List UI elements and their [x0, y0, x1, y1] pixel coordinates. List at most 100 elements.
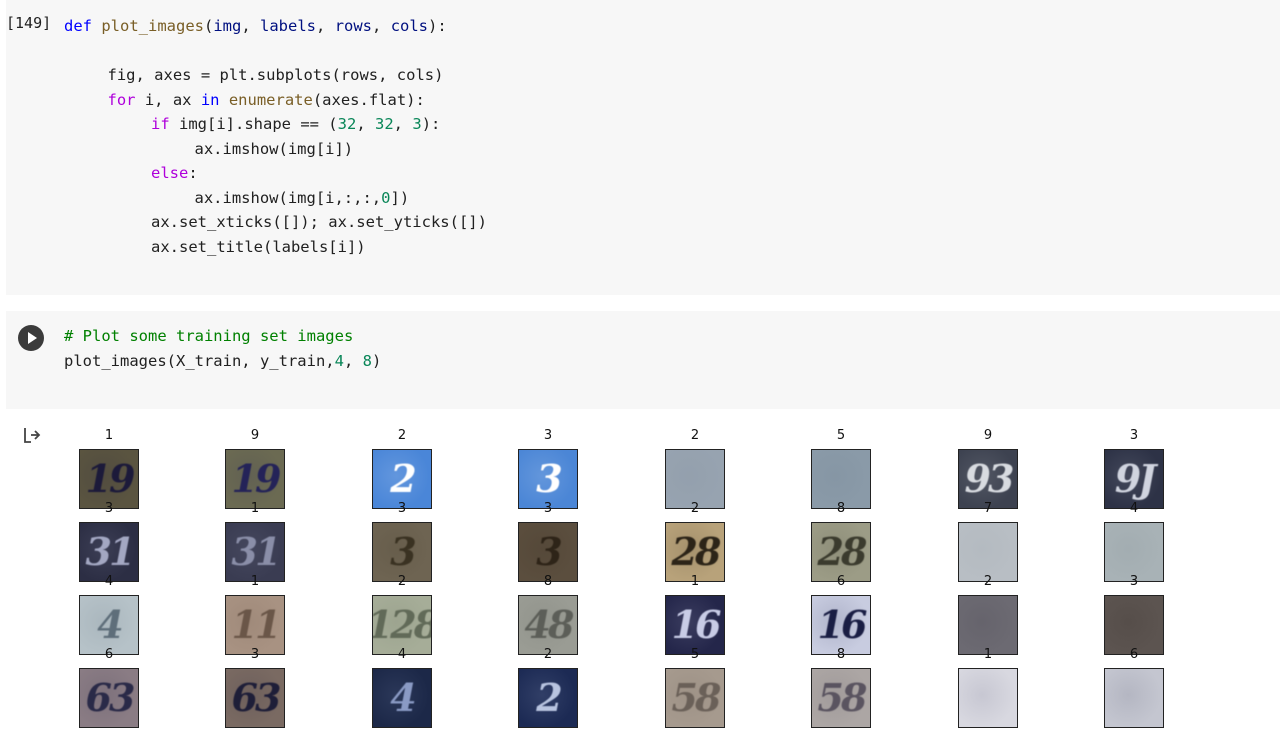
digit-glyph: 9J [1114, 456, 1156, 501]
code-token: if [151, 115, 170, 133]
code-token: , [356, 115, 375, 133]
digit-glyph: 3 [390, 529, 417, 574]
digit-image-thumbnail [958, 595, 1018, 655]
digit-image-thumbnail: 19 [79, 449, 139, 509]
code-token: 3 [412, 115, 422, 133]
digit-image-thumbnail: 16 [665, 595, 725, 655]
code-token: , [316, 17, 335, 35]
digit-image-thumbnail [958, 522, 1018, 582]
code-token: in [200, 90, 220, 109]
code-line: ax.imshow(img[i,:,:,0]) [195, 186, 410, 210]
image-title-label: 1 [250, 501, 260, 516]
digit-image-thumbnail: 63 [79, 668, 139, 728]
code-token: 32 [337, 115, 357, 133]
digit-glyph: 48 [524, 602, 575, 647]
digit-glyph: 11 [231, 602, 282, 647]
digit-image-thumbnail: 16 [811, 595, 871, 655]
digit-glyph: 63 [85, 675, 136, 720]
image-title-label: 1 [983, 647, 993, 662]
image-title-label: 3 [250, 647, 260, 662]
image-title-label: 1 [104, 428, 114, 443]
code-token: 4 [334, 351, 344, 370]
code-line: ax.set_xticks([]); ax.set_yticks([]) [151, 210, 487, 234]
digit-image-thumbnail: 28 [811, 522, 871, 582]
digit-glyph: 16 [817, 602, 868, 647]
code-token: img [213, 17, 242, 35]
image-title-label: 2 [983, 574, 993, 589]
code-token: : [188, 164, 198, 182]
code-token: fig, axes = plt.subplots(rows, cols) [107, 66, 444, 84]
digit-image-thumbnail [1104, 522, 1164, 582]
code-token: rows [334, 17, 373, 35]
digit-image-thumbnail: 58 [665, 668, 725, 728]
image-title-label: 2 [397, 574, 407, 589]
image-title-label: 2 [690, 501, 700, 516]
code-token: ax.set_title(labels[i]) [151, 237, 366, 256]
code-token: ax.imshow(img[i,:,:, [194, 188, 382, 207]
digit-image-thumbnail: 48 [518, 595, 578, 655]
digit-glyph: 31 [231, 529, 282, 574]
code-token: i, ax [135, 90, 201, 109]
digit-glyph: 19 [231, 456, 282, 501]
image-title-label: 3 [1129, 574, 1139, 589]
code-token: cols [390, 17, 429, 35]
digit-image-thumbnail: 28 [665, 522, 725, 582]
digit-glyph: 58 [671, 675, 722, 720]
image-title-label: 7 [983, 501, 993, 516]
code-token: plot_images(X_train, y_train, [64, 351, 335, 370]
code-token: 8 [362, 351, 372, 370]
code-token: , [241, 17, 261, 35]
digit-glyph: 2 [536, 675, 563, 720]
digit-image-thumbnail: 93 [958, 449, 1018, 509]
digit-image-thumbnail: 2 [372, 449, 432, 509]
digit-glyph: 2 [390, 456, 417, 501]
code-token: plot_images [101, 17, 204, 35]
digit-image-thumbnail: 19 [225, 449, 285, 509]
digit-glyph: 58 [817, 675, 868, 720]
digit-glyph: 128 [373, 602, 431, 647]
code-line: # Plot some training set images [64, 324, 353, 348]
code-token: , [393, 115, 413, 133]
digit-glyph: 28 [671, 529, 722, 574]
image-title-label: 9 [250, 428, 260, 443]
digit-glyph: 28 [817, 529, 868, 574]
image-title-label: 2 [397, 428, 407, 443]
digit-glyph: 3 [536, 529, 563, 574]
code-line: else: [151, 161, 198, 185]
image-title-label: 4 [104, 574, 114, 589]
image-title-label: 3 [397, 501, 407, 516]
code-token: ]) [390, 188, 410, 207]
digit-glyph: 4 [97, 602, 124, 647]
code-token: (axes.flat): [312, 90, 425, 109]
code-token: ): [421, 115, 441, 133]
digit-image-thumbnail: 3 [518, 522, 578, 582]
code-token: ( [204, 17, 214, 35]
digit-image-thumbnail: 128 [372, 595, 432, 655]
code-token: def [64, 17, 92, 35]
digit-image-thumbnail: 3 [372, 522, 432, 582]
image-title-label: 3 [104, 501, 114, 516]
digit-image-thumbnail: 9J [1104, 449, 1164, 509]
run-cell-button[interactable] [18, 325, 44, 351]
image-title-label: 6 [836, 574, 846, 589]
code-token: , [343, 351, 363, 370]
image-title-label: 9 [983, 428, 993, 443]
code-token: ): [428, 17, 447, 35]
image-title-label: 5 [836, 428, 846, 443]
code-token: enumerate [228, 90, 313, 109]
image-title-label: 8 [836, 501, 846, 516]
image-title-label: 4 [1129, 501, 1139, 516]
image-title-label: 3 [543, 501, 553, 516]
digit-image-thumbnail: 31 [225, 522, 285, 582]
image-title-label: 4 [397, 647, 407, 662]
code-token: , [372, 17, 391, 35]
digit-image-thumbnail: 58 [811, 668, 871, 728]
digit-image-thumbnail: 4 [79, 595, 139, 655]
execution-count: [149] [6, 14, 52, 32]
code-line: for i, ax in enumerate(axes.flat): [108, 88, 425, 112]
code-token: ax.set_xticks([]); ax.set_yticks([]) [151, 213, 487, 231]
image-title-label: 2 [690, 428, 700, 443]
image-title-label: 1 [690, 574, 700, 589]
